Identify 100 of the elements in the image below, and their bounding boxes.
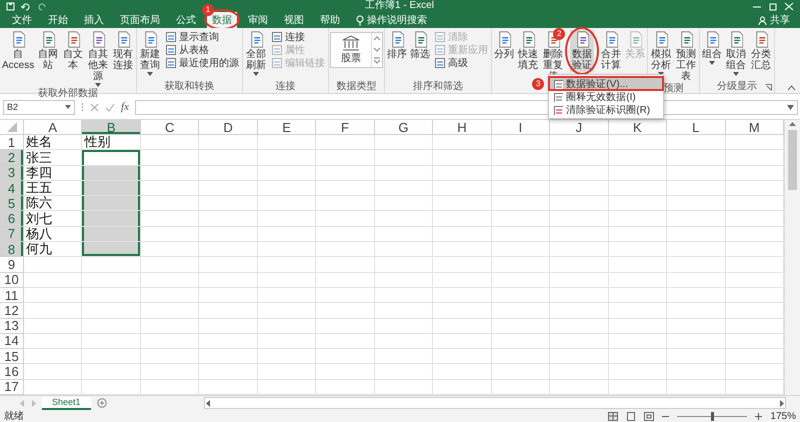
table-cell[interactable] (82, 272, 141, 288)
table-cell[interactable] (433, 364, 492, 380)
table-cell[interactable] (608, 288, 668, 304)
table-cell[interactable] (492, 226, 550, 242)
ribbon-tab[interactable]: 审阅 (243, 12, 273, 28)
column-header[interactable]: L (667, 120, 726, 135)
table-cell[interactable] (199, 257, 258, 273)
vertical-scrollbar[interactable] (784, 120, 800, 395)
table-cell[interactable] (550, 334, 609, 350)
row-header[interactable]: 4 (0, 180, 24, 196)
table-cell[interactable] (316, 364, 375, 380)
normal-view-icon[interactable] (608, 412, 618, 420)
table-cell[interactable] (608, 334, 668, 350)
table-cell[interactable] (374, 196, 434, 212)
ribbon-button[interactable]: 分列 (493, 30, 516, 61)
collapse-ribbon-icon[interactable] (787, 85, 796, 91)
ribbon-tab[interactable]: 页面布局 (115, 12, 165, 28)
table-cell[interactable] (82, 318, 141, 334)
table-cell[interactable] (140, 318, 200, 334)
row-header[interactable]: 17 (0, 380, 24, 395)
table-cell[interactable] (667, 150, 726, 166)
ribbon-button[interactable]: 新建查询 (138, 30, 162, 77)
table-cell[interactable] (433, 272, 492, 288)
search-hint[interactable]: 操作说明搜索 (367, 13, 427, 27)
ribbon-tab[interactable]: 公式 (171, 12, 201, 28)
row-header[interactable]: 2 (0, 150, 24, 166)
table-cell[interactable] (492, 242, 550, 258)
ribbon-tab[interactable]: 文件 (7, 12, 37, 28)
table-cell[interactable] (316, 242, 375, 258)
table-cell[interactable] (608, 180, 668, 196)
share-button[interactable]: 共享 (753, 12, 800, 28)
ribbon-button[interactable]: 快速填充 (516, 30, 540, 72)
table-cell[interactable] (433, 288, 492, 304)
table-cell[interactable] (550, 166, 609, 181)
ribbon-button[interactable]: 自文本 (61, 30, 86, 72)
table-cell[interactable] (374, 303, 434, 319)
row-header[interactable]: 15 (0, 349, 24, 364)
table-cell[interactable] (258, 334, 316, 350)
table-cell[interactable] (374, 272, 434, 288)
column-header[interactable]: J (550, 120, 609, 135)
table-cell[interactable] (374, 288, 434, 304)
ribbon-button[interactable]: 从表格 (163, 43, 242, 56)
table-cell[interactable] (492, 272, 550, 288)
ribbon-button[interactable]: 合并计算 (599, 30, 624, 72)
ribbon-button[interactable]: 数据验证 (570, 30, 594, 72)
table-cell[interactable] (667, 318, 726, 334)
table-cell[interactable] (667, 180, 726, 196)
table-cell[interactable] (550, 349, 609, 364)
table-cell[interactable] (258, 135, 316, 150)
table-cell[interactable] (199, 150, 258, 166)
table-cell[interactable] (667, 226, 726, 242)
ribbon-button[interactable]: 自 Access (1, 30, 36, 72)
column-header[interactable]: C (140, 120, 200, 135)
ribbon-button[interactable]: 最近使用的源 (163, 56, 242, 69)
table-cell[interactable] (550, 257, 609, 273)
table-cell[interactable] (199, 226, 258, 242)
table-cell[interactable] (316, 272, 375, 288)
table-cell[interactable] (608, 272, 668, 288)
table-cell[interactable] (608, 135, 668, 150)
table-cell[interactable] (550, 180, 609, 196)
ribbon-button[interactable]: 显示查询 (163, 30, 242, 43)
table-cell[interactable] (374, 257, 434, 273)
table-cell[interactable] (199, 166, 258, 181)
table-cell[interactable] (82, 180, 141, 196)
column-header[interactable]: E (258, 120, 316, 135)
table-cell[interactable] (140, 242, 200, 258)
table-cell[interactable] (492, 257, 550, 273)
table-cell[interactable] (82, 226, 141, 242)
table-cell[interactable] (258, 226, 316, 242)
table-cell[interactable] (492, 318, 550, 334)
table-cell[interactable] (667, 288, 726, 304)
table-cell[interactable] (608, 211, 668, 227)
table-cell[interactable] (492, 288, 550, 304)
redo-icon[interactable] (37, 2, 47, 10)
ribbon-button[interactable]: 现有连接 (111, 30, 136, 72)
horizontal-scrollbar[interactable] (204, 397, 786, 409)
table-cell[interactable] (667, 211, 726, 227)
table-cell[interactable] (433, 257, 492, 273)
table-cell[interactable] (258, 150, 316, 166)
select-all-icon[interactable] (6, 122, 16, 132)
table-cell[interactable] (492, 166, 550, 181)
table-cell[interactable] (316, 334, 375, 350)
table-cell[interactable] (82, 364, 141, 380)
ribbon-button[interactable]: 全部刷新 (244, 30, 268, 77)
table-cell[interactable] (82, 211, 141, 227)
table-cell[interactable] (140, 334, 200, 350)
table-cell[interactable] (258, 196, 316, 212)
table-cell[interactable] (667, 303, 726, 319)
table-cell[interactable] (608, 226, 668, 242)
add-sheet-icon[interactable] (96, 398, 107, 408)
ribbon-button[interactable]: 分类汇总 (749, 30, 774, 72)
menu-item[interactable]: 清除验证标识圈(R) (549, 103, 664, 116)
table-cell[interactable] (199, 303, 258, 319)
table-cell[interactable] (316, 288, 375, 304)
previous-sheet-icon[interactable] (20, 400, 25, 406)
table-cell[interactable] (433, 180, 492, 196)
table-cell[interactable] (316, 135, 375, 150)
row-header[interactable]: 7 (0, 226, 24, 242)
table-cell[interactable] (492, 150, 550, 166)
menu-item[interactable]: 数据验证(V)... (549, 77, 664, 90)
